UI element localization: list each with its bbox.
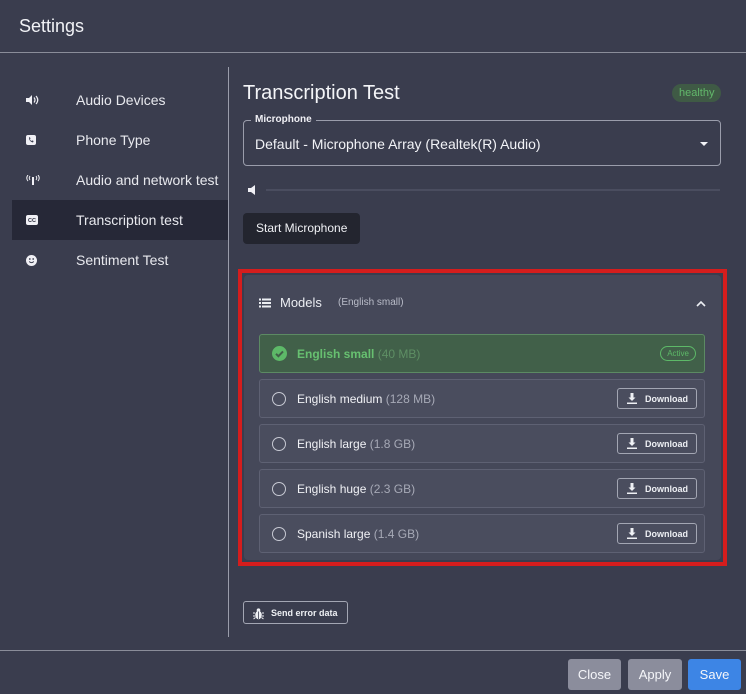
apply-button[interactable]: Apply: [628, 659, 682, 690]
radio-button[interactable]: [272, 392, 286, 406]
mic-level-meter: [248, 183, 720, 197]
sidebar-item-audio-devices[interactable]: Audio Devices: [12, 80, 228, 120]
bug-icon: [253, 607, 264, 620]
model-row-spanish-large[interactable]: Spanish large (1.4 GB) Download: [259, 514, 705, 553]
model-row-english-huge[interactable]: English huge (2.3 GB) Download: [259, 469, 705, 508]
start-microphone-button[interactable]: Start Microphone: [243, 213, 361, 244]
sidebar-item-phone-type[interactable]: Phone Type: [12, 120, 228, 160]
volume-icon: [12, 95, 76, 105]
model-name: English huge (2.3 GB): [297, 482, 416, 496]
active-badge: Active: [660, 346, 696, 361]
chevron-up-icon[interactable]: [695, 297, 707, 309]
download-icon: [627, 483, 637, 494]
model-row-english-large[interactable]: English large (1.8 GB) Download: [259, 424, 705, 463]
sidebar: Audio Devices Phone Type Audio and netwo…: [12, 80, 228, 280]
smiley-icon: [12, 254, 76, 266]
phone-icon: [12, 135, 76, 145]
download-icon: [627, 438, 637, 449]
model-row-english-small[interactable]: English small (40 MB) Active: [259, 334, 705, 373]
page-title: Transcription Test: [243, 82, 400, 104]
radio-button[interactable]: [272, 437, 286, 451]
sidebar-item-label: Transcription test: [76, 212, 183, 228]
sidebar-item-label: Audio Devices: [76, 92, 166, 108]
sidebar-item-sentiment-test[interactable]: Sentiment Test: [12, 240, 228, 280]
signal-icon: [12, 175, 76, 185]
model-name: English small (40 MB): [297, 347, 421, 361]
radio-button[interactable]: [272, 482, 286, 496]
sidebar-item-label: Audio and network test: [76, 172, 219, 188]
microphone-value: Default - Microphone Array (Realtek(R) A…: [255, 136, 541, 152]
title-bar: Settings: [0, 0, 746, 53]
radio-button[interactable]: [272, 527, 286, 541]
download-button[interactable]: Download: [617, 478, 697, 499]
download-button[interactable]: Download: [617, 388, 697, 409]
sidebar-item-transcription-test[interactable]: CC Transcription test: [12, 200, 228, 240]
microphone-select[interactable]: Microphone Default - Microphone Array (R…: [243, 114, 721, 166]
model-name: English large (1.8 GB): [297, 437, 416, 451]
mic-level-track: [266, 189, 720, 191]
sidebar-divider: [228, 67, 229, 637]
download-button[interactable]: Download: [617, 433, 697, 454]
models-panel: Models (English small) English small (40…: [244, 275, 721, 560]
svg-text:CC: CC: [28, 218, 36, 224]
model-name: Spanish large (1.4 GB): [297, 527, 420, 541]
models-subtitle: (English small): [338, 297, 404, 308]
sidebar-item-audio-network-test[interactable]: Audio and network test: [12, 160, 228, 200]
status-badge: healthy: [672, 84, 722, 102]
download-button[interactable]: Download: [617, 523, 697, 544]
chevron-down-icon: [700, 142, 708, 146]
download-icon: [627, 528, 637, 539]
closed-caption-icon: CC: [12, 215, 76, 225]
speaker-icon: [248, 185, 256, 198]
list-icon: [259, 296, 271, 308]
models-header[interactable]: Models (English small): [259, 295, 707, 311]
check-circle-icon: [272, 346, 287, 361]
sidebar-item-label: Sentiment Test: [76, 252, 169, 268]
model-name: English medium (128 MB): [297, 392, 436, 406]
sidebar-item-label: Phone Type: [76, 132, 151, 148]
dialog-footer: Close Apply Save: [0, 650, 746, 694]
models-title: Models: [280, 295, 322, 310]
download-icon: [627, 393, 637, 404]
close-button[interactable]: Close: [568, 659, 621, 690]
model-row-english-medium[interactable]: English medium (128 MB) Download: [259, 379, 705, 418]
microphone-label: Microphone: [251, 114, 316, 125]
window-title: Settings: [19, 16, 85, 36]
save-button[interactable]: Save: [688, 659, 741, 690]
send-error-data-label: Send error data: [271, 608, 338, 618]
models-highlight-frame: Models (English small) English small (40…: [238, 269, 727, 566]
send-error-data-button[interactable]: Send error data: [243, 601, 348, 624]
